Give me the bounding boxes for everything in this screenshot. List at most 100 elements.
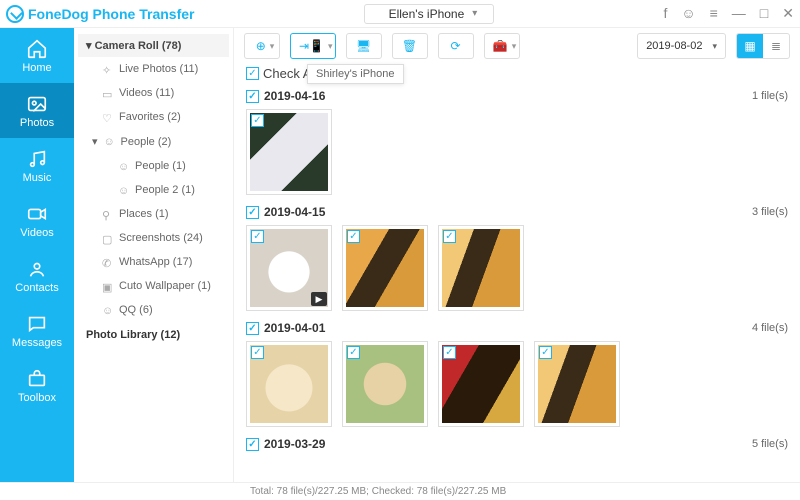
person-icon: ☺ — [118, 185, 129, 196]
thumb-checkbox[interactable]: ✓ — [347, 230, 360, 243]
device-selector[interactable]: Ellen's iPhone ▾ — [364, 4, 495, 24]
thumb-checkbox[interactable]: ✓ — [443, 230, 456, 243]
photo-thumb[interactable]: ✓ — [246, 109, 332, 195]
photo-thumb[interactable]: ✓ — [342, 225, 428, 311]
photo-scroll-area[interactable]: ✓ Check All(78) ✓ 2019-04-16 1 file(s) ✓… — [234, 64, 800, 482]
photo-thumb[interactable]: ✓ — [438, 341, 524, 427]
tree-qq[interactable]: ☺QQ (6) — [78, 298, 229, 322]
photos-icon — [26, 93, 48, 115]
tree-cuto[interactable]: ▣Cuto Wallpaper (1) — [78, 274, 229, 298]
group-header[interactable]: ✓ 2019-04-15 3 file(s) — [246, 205, 788, 219]
trash-icon: 🗑 — [402, 39, 417, 53]
transfer-to-device-button[interactable]: ⇥📱 ▾ — [290, 33, 336, 59]
chevron-down-icon: ▾ — [712, 41, 717, 52]
tree-people[interactable]: ▾ ☺People (2) — [78, 129, 229, 154]
export-pc-button[interactable]: 🖥 — [346, 33, 382, 59]
thumb-checkbox[interactable]: ✓ — [347, 346, 360, 359]
window-controls: f ☺ ≡ — □ ✕ — [663, 5, 794, 22]
music-icon — [26, 148, 48, 170]
contacts-icon — [26, 258, 48, 280]
tree-photo-library[interactable]: Photo Library (12) — [78, 322, 229, 348]
titlebar: FoneDog Phone Transfer Ellen's iPhone ▾ … — [0, 0, 800, 28]
toolbar: ⊕▾ ⇥📱▾ 🖥 🗑 ⟳ 🧰▾ 2019-08-02▾ ▦ ≣ — [234, 28, 800, 64]
nav-messages[interactable]: Messages — [0, 303, 74, 358]
chevron-down-icon: ▾ — [472, 8, 477, 19]
thumb-checkbox[interactable]: ✓ — [251, 114, 264, 127]
menu-icon[interactable]: ≡ — [710, 5, 718, 22]
maximize-icon[interactable]: □ — [760, 5, 768, 22]
person-icon: ☺ — [118, 161, 129, 172]
minimize-icon[interactable]: — — [732, 5, 746, 22]
video-badge-icon: ▶ — [311, 292, 327, 306]
tree-header-camera-roll[interactable]: ▾ Camera Roll (78) — [78, 34, 229, 57]
status-bar: Total: 78 file(s)/227.25 MB; Checked: 78… — [0, 482, 800, 500]
thumb-checkbox[interactable]: ✓ — [251, 346, 264, 359]
group-checkbox[interactable]: ✓ — [246, 90, 259, 103]
device-name: Ellen's iPhone — [389, 7, 465, 21]
date-filter[interactable]: 2019-08-02▾ — [637, 33, 726, 59]
content-pane: ⊕▾ ⇥📱▾ 🖥 🗑 ⟳ 🧰▾ 2019-08-02▾ ▦ ≣ Shirley'… — [234, 28, 800, 482]
tree-videos[interactable]: ▭Videos (11) — [78, 81, 229, 105]
close-icon[interactable]: ✕ — [782, 5, 794, 22]
group-header[interactable]: ✓ 2019-04-16 1 file(s) — [246, 89, 788, 103]
nav-home[interactable]: Home — [0, 28, 74, 83]
toolbox-icon — [26, 368, 48, 390]
group-checkbox[interactable]: ✓ — [246, 438, 259, 451]
video-icon: ▭ — [102, 88, 113, 99]
status-text: Total: 78 file(s)/227.25 MB; Checked: 78… — [250, 486, 506, 497]
nav-contacts[interactable]: Contacts — [0, 248, 74, 303]
nav-videos[interactable]: Videos — [0, 193, 74, 248]
tree-people-1[interactable]: ☺People (1) — [78, 154, 229, 178]
briefcase-icon: 🧰 — [493, 39, 508, 53]
tree-favorites[interactable]: ♡Favorites (2) — [78, 105, 229, 129]
list-view-button[interactable]: ≣ — [763, 34, 789, 58]
app-logo: FoneDog Phone Transfer — [6, 5, 194, 23]
folder-tree: ▾ Camera Roll (78) ✧Live Photos (11) ▭Vi… — [74, 28, 234, 482]
nav-music[interactable]: Music — [0, 138, 74, 193]
facebook-icon[interactable]: f — [663, 5, 667, 22]
whatsapp-icon: ✆ — [102, 257, 113, 268]
heart-icon: ♡ — [102, 112, 113, 123]
tree-live-photos[interactable]: ✧Live Photos (11) — [78, 57, 229, 81]
thumb-checkbox[interactable]: ✓ — [443, 346, 456, 359]
chevron-down-icon: ▾ — [328, 41, 333, 52]
feedback-icon[interactable]: ☺ — [681, 5, 695, 22]
tree-people-2[interactable]: ☺People 2 (1) — [78, 178, 229, 202]
grid-view-button[interactable]: ▦ — [737, 34, 763, 58]
thumb-checkbox[interactable]: ✓ — [539, 346, 552, 359]
transfer-tooltip: Shirley's iPhone — [307, 64, 404, 84]
group-checkbox[interactable]: ✓ — [246, 322, 259, 335]
refresh-button[interactable]: ⟳ — [438, 33, 474, 59]
delete-button[interactable]: 🗑 — [392, 33, 428, 59]
logo-mark-icon — [6, 5, 24, 23]
sparkle-icon: ✧ — [102, 64, 113, 75]
to-pc-icon: 🖥 — [356, 39, 371, 53]
more-tools-button[interactable]: 🧰▾ — [484, 33, 520, 59]
group-header[interactable]: ✓ 2019-04-01 4 file(s) — [246, 321, 788, 335]
photo-thumb[interactable]: ✓ — [246, 341, 332, 427]
add-button[interactable]: ⊕▾ — [244, 33, 280, 59]
pin-icon: ⚲ — [102, 209, 113, 220]
group-header[interactable]: ✓ 2019-03-29 5 file(s) — [246, 437, 788, 451]
tree-whatsapp[interactable]: ✆WhatsApp (17) — [78, 250, 229, 274]
photo-thumb[interactable]: ✓▶ — [246, 225, 332, 311]
phone-transfer-icon: ⇥📱 — [299, 39, 324, 53]
plus-icon: ⊕ — [256, 39, 266, 53]
tree-places[interactable]: ⚲Places (1) — [78, 202, 229, 226]
messages-icon — [26, 313, 48, 335]
screenshot-icon: ▢ — [102, 233, 113, 244]
thumb-row: ✓ — [246, 109, 788, 195]
thumb-row: ✓▶ ✓ ✓ — [246, 225, 788, 311]
photo-thumb[interactable]: ✓ — [342, 341, 428, 427]
tree-screenshots[interactable]: ▢Screenshots (24) — [78, 226, 229, 250]
photo-thumb[interactable]: ✓ — [534, 341, 620, 427]
photo-thumb[interactable]: ✓ — [438, 225, 524, 311]
home-icon — [26, 38, 48, 60]
group-checkbox[interactable]: ✓ — [246, 206, 259, 219]
wallpaper-icon: ▣ — [102, 281, 113, 292]
thumb-checkbox[interactable]: ✓ — [251, 230, 264, 243]
check-all-checkbox[interactable]: ✓ — [246, 67, 259, 80]
nav-photos[interactable]: Photos — [0, 83, 74, 138]
nav-toolbox[interactable]: Toolbox — [0, 358, 74, 413]
app-title: FoneDog Phone Transfer — [28, 6, 194, 22]
